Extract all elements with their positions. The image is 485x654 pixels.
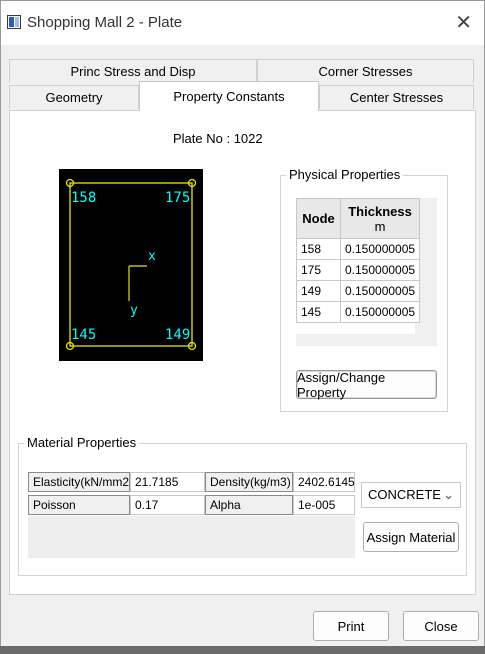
corner-label-bottom-left: 145: [71, 327, 96, 343]
axis-y-label: y: [130, 303, 138, 318]
material-grid-blank-area: [28, 516, 355, 558]
tab-label: Princ Stress and Disp: [70, 64, 196, 79]
tab-property-constants[interactable]: Property Constants: [139, 81, 319, 111]
table-row[interactable]: 158 0.150000005: [296, 238, 421, 260]
plate-diagram: 158 175 145 149 x y: [59, 169, 203, 361]
alpha-label: Alpha: [205, 495, 293, 515]
thickness-table: Node Thickness m 158 0.150000005 175 0.1…: [296, 198, 421, 323]
tab-corner-stresses[interactable]: Corner Stresses: [257, 59, 474, 83]
background-strip: [0, 646, 485, 654]
elasticity-label: Elasticity(kN/mm2): [28, 472, 130, 492]
plate-edge: [69, 182, 193, 347]
plate-number: Plate No : 1022: [173, 131, 263, 146]
table-row[interactable]: 149 0.150000005: [296, 280, 421, 302]
tab-label: Geometry: [45, 90, 103, 105]
thickness-cell[interactable]: 0.150000005: [339, 238, 421, 260]
thickness-header-unit: m: [374, 218, 386, 234]
chevron-down-icon: ⌄: [443, 487, 454, 502]
axis-x-label: x: [148, 249, 156, 264]
node-header: Node: [296, 198, 341, 239]
thickness-cell[interactable]: 0.150000005: [339, 259, 421, 281]
alpha-field[interactable]: 1e-005: [293, 495, 355, 515]
thickness-cell[interactable]: 0.150000005: [339, 301, 421, 323]
node-cell: 175: [296, 259, 341, 281]
close-button[interactable]: Close: [403, 611, 479, 641]
poisson-label: Poisson: [28, 495, 130, 515]
tab-center-stresses[interactable]: Center Stresses: [319, 85, 474, 109]
button-label: Assign/Change Property: [297, 369, 386, 400]
assign-material-button[interactable]: Assign Material: [363, 522, 459, 552]
table-row[interactable]: 175 0.150000005: [296, 259, 421, 281]
material-properties-title: Material Properties: [24, 435, 140, 450]
app-icon: [7, 15, 21, 29]
table-bottom-area: [296, 334, 437, 346]
poisson-field[interactable]: 0.17: [130, 495, 205, 515]
physical-properties-title: Physical Properties: [286, 167, 404, 182]
corner-label-top-left: 158: [71, 190, 96, 206]
elasticity-field[interactable]: 21.7185: [130, 472, 205, 492]
density-field[interactable]: 2402.61452: [293, 472, 355, 492]
tab-label: Property Constants: [173, 89, 285, 104]
tab-label: Center Stresses: [349, 90, 444, 105]
node-cell: 145: [296, 301, 341, 323]
corner-label-top-right: 175: [165, 190, 190, 206]
print-button[interactable]: Print: [313, 611, 389, 641]
corner-label-bottom-right: 149: [165, 327, 190, 343]
node-cell: 158: [296, 238, 341, 260]
button-label: Print: [337, 618, 365, 634]
material-select-value: CONCRETE: [368, 487, 441, 502]
tab-geometry[interactable]: Geometry: [9, 85, 139, 109]
title-bar: Shopping Mall 2 - Plate ✕: [1, 1, 484, 45]
thickness-header-label: Thickness: [348, 203, 412, 219]
assign-change-property-button[interactable]: Assign/Change Property: [296, 369, 437, 400]
button-label: Close: [424, 618, 458, 634]
window-title: Shopping Mall 2 - Plate: [27, 14, 183, 31]
tab-princ-stress-and-disp[interactable]: Princ Stress and Disp: [9, 59, 257, 83]
material-select[interactable]: CONCRETE ⌄: [361, 482, 461, 508]
thickness-header: Thickness m: [339, 198, 421, 239]
node-cell: 149: [296, 280, 341, 302]
thickness-cell[interactable]: 0.150000005: [339, 280, 421, 302]
plate-dialog: Shopping Mall 2 - Plate ✕ Princ Stress a…: [0, 0, 485, 654]
table-row[interactable]: 145 0.150000005: [296, 301, 421, 323]
density-label: Density(kg/m3): [205, 472, 293, 492]
close-icon[interactable]: ✕: [455, 10, 472, 35]
button-label: Assign Material: [366, 529, 456, 545]
tab-label: Corner Stresses: [318, 64, 413, 79]
